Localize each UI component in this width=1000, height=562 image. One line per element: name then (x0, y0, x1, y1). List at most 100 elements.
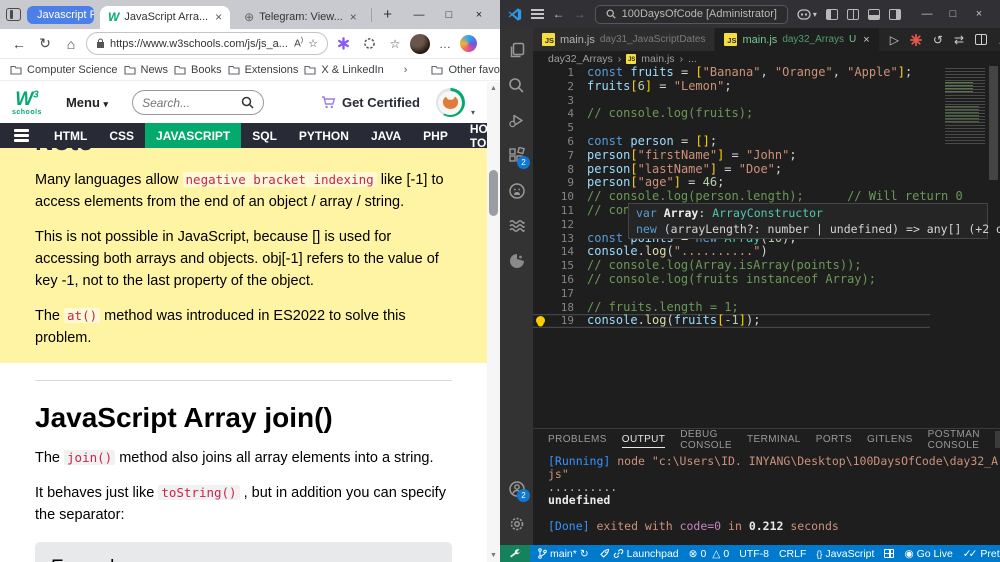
close-tab-icon[interactable]: × (863, 34, 869, 46)
close-tab-icon[interactable]: × (350, 10, 357, 24)
explorer-icon[interactable] (500, 33, 533, 68)
tab-problems[interactable]: PROBLEMS (548, 434, 607, 445)
extension-asterisk-icon[interactable] (332, 37, 354, 50)
nav-howto[interactable]: HOW TO (459, 122, 487, 150)
tab-terminal[interactable]: TERMINAL (747, 434, 801, 445)
favorite-computer-science[interactable]: Computer Science (10, 64, 118, 76)
favorite-news[interactable]: News (123, 64, 168, 76)
toggle-panel-icon[interactable] (867, 8, 880, 20)
command-center-search[interactable]: 100DaysOfCode [Administrator] (594, 4, 788, 24)
editor-scrollbar[interactable] (987, 66, 1000, 428)
close-tab-icon[interactable]: × (215, 10, 222, 24)
minimap[interactable] (945, 68, 985, 144)
read-aloud-icon[interactable]: A) (294, 37, 303, 49)
layout-grid-icon[interactable] (884, 549, 895, 558)
run-debug-icon[interactable] (500, 103, 533, 138)
breadcrumbs[interactable]: day32_Arrays › JS main.js › ... (533, 51, 1000, 66)
favorite-books[interactable]: Books (174, 64, 222, 76)
toggle-sidebar-icon[interactable] (825, 8, 838, 20)
code-editor[interactable]: 1 const fruits = ["Banana", "Orange", "Ap… (533, 66, 1000, 428)
prettier-item[interactable]: ✓✓Prettier (963, 548, 1000, 560)
refresh-button[interactable]: ↻ (34, 35, 56, 52)
search-icon[interactable] (500, 68, 533, 103)
git-branch-item[interactable]: main* ↻ (538, 548, 589, 560)
nav-sql[interactable]: SQL (241, 123, 288, 148)
minimize-button[interactable]: — (914, 8, 940, 20)
site-search-input[interactable]: Search... (132, 90, 265, 115)
status-bar: main* ↻ Launchpad ⊗ 0 △ 0 UTF-8 CRLF {} Jav… (500, 545, 1000, 562)
favorites-overflow-icon[interactable]: › (404, 64, 408, 76)
browser-tab-telegram[interactable]: ⊕ Telegram: View... × (236, 6, 365, 29)
settings-gear-icon[interactable] (500, 506, 533, 541)
encoding-item[interactable]: UTF-8 (739, 548, 769, 560)
favorites-list-icon[interactable]: ☆ (384, 37, 406, 51)
copilot-icon[interactable]: ▾ (797, 8, 817, 20)
scroll-down-icon[interactable]: ▼ (487, 552, 500, 559)
nav-php[interactable]: PHP (412, 123, 459, 148)
copilot-icon[interactable] (460, 35, 477, 52)
nav-java[interactable]: JAVA (360, 123, 412, 148)
nav-css[interactable]: CSS (98, 123, 145, 148)
back-button[interactable]: ← (8, 36, 30, 52)
output-filter-input[interactable]: Filter (994, 431, 1000, 448)
browser-essentials-icon[interactable] (358, 37, 380, 50)
extensions-icon[interactable]: 2 (500, 138, 533, 173)
favorite-x-linkedin[interactable]: X & LinkedIn (304, 64, 384, 76)
hamburger-icon[interactable] (0, 123, 43, 148)
eol-item[interactable]: CRLF (779, 548, 806, 560)
history-back-icon[interactable]: ← (553, 7, 565, 21)
settings-more-icon[interactable]: … (434, 37, 456, 51)
language-item[interactable]: {} JavaScript (816, 548, 874, 560)
new-tab-button[interactable]: + (377, 6, 398, 23)
tab-activities-icon[interactable] (6, 8, 21, 21)
timeline-history-icon[interactable]: ↺ (933, 33, 943, 47)
tab-output[interactable]: OUTPUT (621, 434, 666, 448)
get-certified-link[interactable]: Get Certified (321, 95, 420, 110)
compare-changes-icon[interactable]: ⇄ (954, 33, 964, 47)
scrollbar-thumb[interactable] (489, 170, 498, 216)
github-icon[interactable] (500, 173, 533, 208)
favorite-extensions[interactable]: Extensions (228, 64, 298, 76)
browser-tab-w3schools[interactable]: W JavaScript Arra... × (100, 5, 231, 29)
run-code-icon[interactable]: ▷ (890, 33, 899, 47)
editor-tab-day32[interactable]: JS main.js day32_Arrays U × (715, 28, 879, 51)
tab-gitlens[interactable]: GITLENS (867, 434, 913, 445)
output-console[interactable]: [Running] node "c:\Users\ID. INYANG\Desk… (533, 450, 1000, 545)
history-forward-icon[interactable]: → (574, 7, 586, 21)
split-editor-icon[interactable] (975, 34, 988, 45)
tab-debug-console[interactable]: DEBUG CONSOLE (680, 429, 732, 451)
user-avatar[interactable] (435, 88, 465, 117)
launchpad-item[interactable]: Launchpad (599, 548, 679, 560)
problems-item[interactable]: ⊗ 0 △ 0 (689, 548, 730, 560)
maximize-button[interactable]: □ (434, 9, 464, 21)
minimize-button[interactable]: — (404, 9, 434, 21)
tab-ports[interactable]: PORTS (816, 434, 852, 445)
nav-python[interactable]: PYTHON (288, 123, 360, 148)
other-favorites[interactable]: Other favorites (431, 64, 500, 76)
runner-starburst-icon[interactable] (909, 33, 922, 46)
go-live-item[interactable]: ◉ Go Live (904, 548, 952, 560)
scroll-up-icon[interactable]: ▲ (487, 85, 500, 92)
waves-extension-icon[interactable] (500, 208, 533, 243)
address-bar[interactable]: https://www.w3schools.com/js/js_a... A) … (86, 32, 328, 55)
tab-postman-console[interactable]: POSTMAN CONSOLE (928, 429, 980, 451)
home-button[interactable]: ⌂ (60, 36, 82, 52)
close-button[interactable]: × (464, 9, 494, 21)
accounts-icon[interactable]: 2 (500, 471, 533, 506)
menu-button[interactable]: Menu ▾ (66, 95, 108, 110)
remote-indicator[interactable] (500, 545, 530, 562)
editor-tab-day31[interactable]: JS main.js day31_JavaScriptDates (533, 28, 715, 51)
tab-group-label[interactable]: Javascript Project Tut (27, 5, 95, 24)
profile-avatar[interactable] (410, 33, 430, 54)
menu-icon[interactable] (530, 9, 544, 19)
maximize-button[interactable]: □ (940, 8, 966, 20)
toggle-secondary-sidebar-icon[interactable] (888, 8, 901, 20)
add-favorite-icon[interactable]: ☆ (308, 37, 318, 50)
page-scrollbar[interactable]: ▲ ▼ (487, 82, 500, 562)
circle-extension-icon[interactable] (500, 243, 533, 278)
split-editor-layout-icon[interactable] (846, 8, 859, 20)
nav-javascript[interactable]: JAVASCRIPT (145, 123, 242, 148)
close-button[interactable]: × (966, 8, 992, 20)
w3schools-logo[interactable]: W3 schools (12, 90, 42, 116)
nav-html[interactable]: HTML (43, 123, 98, 148)
